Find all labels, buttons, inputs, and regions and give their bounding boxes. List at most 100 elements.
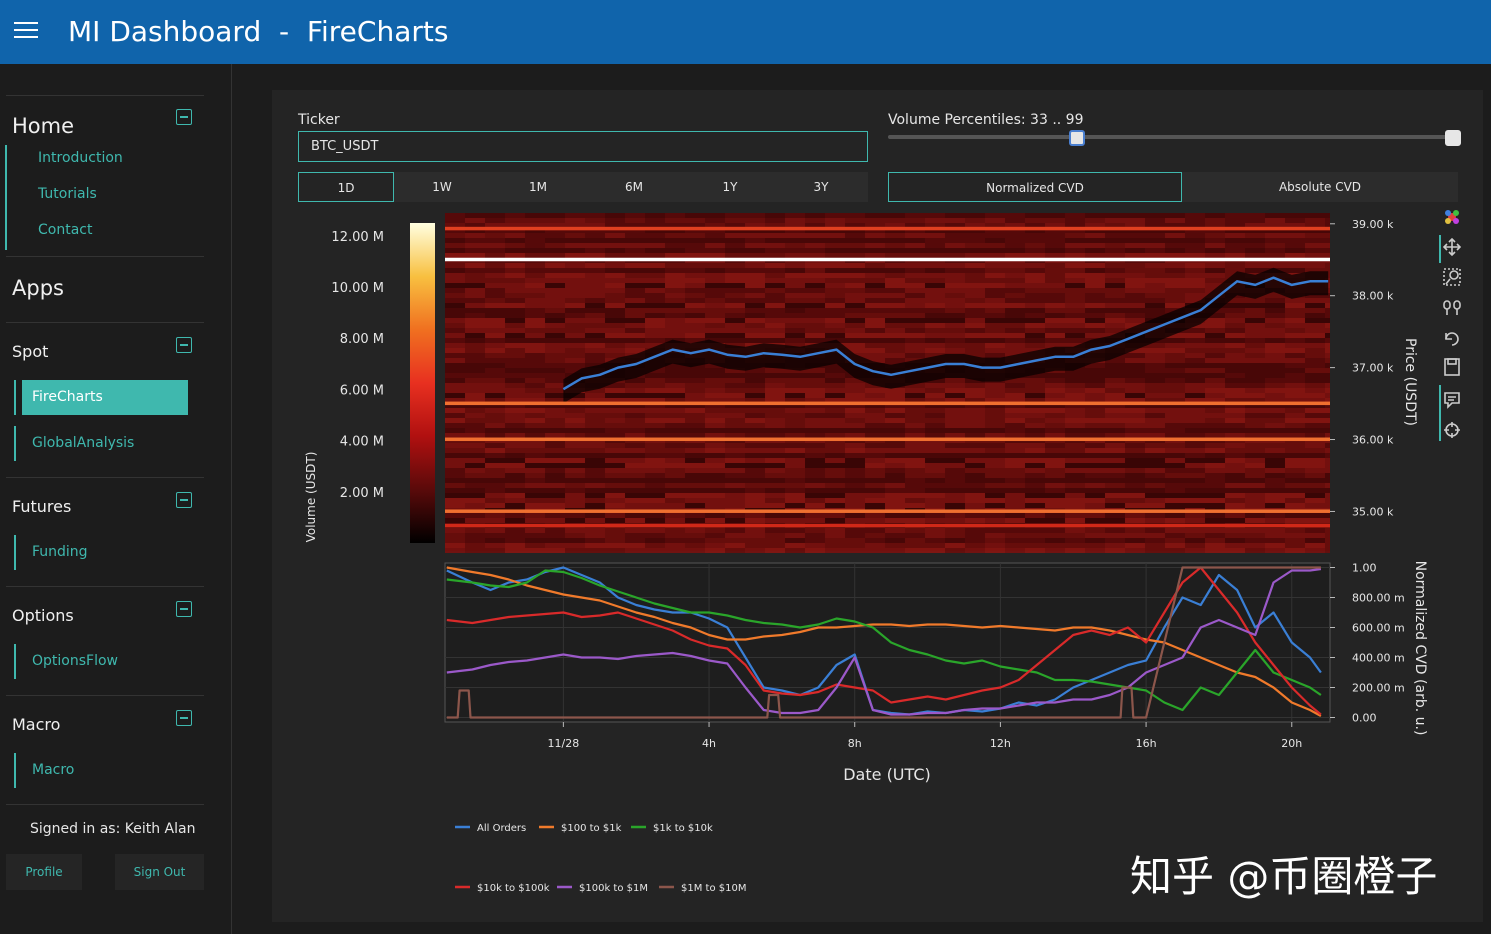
- heatmap-cell: [865, 478, 885, 483]
- heatmap-cell: [625, 338, 645, 343]
- spike-icon[interactable]: [1444, 422, 1460, 438]
- legend-item[interactable]: $100 to $1k: [539, 823, 622, 834]
- legend-item[interactable]: $100k to $1M: [557, 883, 648, 894]
- heatmap-cell: [685, 278, 705, 283]
- heatmap-cell: [745, 253, 765, 258]
- heatmap-cell: [605, 233, 625, 238]
- heatmap-cell: [825, 423, 845, 428]
- heatmap-cell: [1085, 238, 1105, 243]
- heatmap-cell: [1105, 313, 1125, 318]
- heatmap-cell: [845, 298, 865, 303]
- heatmap-cell: [505, 353, 525, 358]
- heatmap-cell: [905, 278, 925, 283]
- heatmap-cell: [785, 308, 805, 313]
- heatmap-cell: [1225, 468, 1245, 473]
- heatmap-cell: [865, 278, 885, 283]
- heatmap-cell: [1065, 443, 1085, 448]
- heatmap-cell: [465, 458, 485, 463]
- heatmap-cell: [545, 518, 565, 523]
- heatmap-cell: [485, 338, 505, 343]
- heatmap-cell: [825, 503, 845, 508]
- heatmap-cell: [1185, 498, 1205, 503]
- heatmap-cell: [685, 378, 705, 383]
- heatmap-cell: [865, 503, 885, 508]
- heatmap-cell: [1125, 423, 1145, 428]
- date-axis-tick-label: 20h: [1281, 737, 1302, 750]
- heatmap-cell: [1085, 423, 1105, 428]
- heatmap-cell: [985, 283, 1005, 288]
- heatmap-cell: [945, 298, 965, 303]
- heatmap-cell: [985, 293, 1005, 298]
- heatmap-cell: [1145, 493, 1165, 498]
- pan-icon[interactable]: [1442, 237, 1462, 257]
- heatmap-cell: [865, 423, 885, 428]
- heatmap-cell: [465, 263, 485, 268]
- heatmap-cell: [825, 318, 845, 323]
- heatmap-cell: [885, 358, 905, 363]
- plotly-logo-icon[interactable]: [1445, 210, 1459, 224]
- heatmap-cell: [965, 218, 985, 223]
- heatmap-cell: [625, 343, 645, 348]
- heatmap-cell: [985, 268, 1005, 273]
- heatmap-cell: [1245, 368, 1265, 373]
- heatmap-cell: [1245, 483, 1265, 488]
- zoom-icon[interactable]: [1443, 268, 1461, 286]
- legend-item[interactable]: $1k to $10k: [631, 823, 713, 834]
- heatmap-cell: [445, 233, 465, 238]
- heatmap-cell: [585, 428, 605, 433]
- heatmap-cell: [1205, 428, 1225, 433]
- hover-icon[interactable]: [1444, 392, 1460, 409]
- heatmap-cell: [445, 298, 465, 303]
- heatmap-cell: [1025, 243, 1045, 248]
- heatmap-cell: [685, 463, 705, 468]
- heatmap-cell: [945, 393, 965, 398]
- heatmap-cell: [825, 543, 845, 548]
- heatmap-cell: [1045, 463, 1065, 468]
- heatmap-cell: [1105, 453, 1125, 458]
- heatmap-cell: [565, 218, 585, 223]
- heatmap-cell: [885, 328, 905, 333]
- heatmap-cell: [585, 433, 605, 438]
- heatmap-cell: [645, 413, 665, 418]
- heatmap-cell: [945, 538, 965, 543]
- heatmap-cell: [845, 313, 865, 318]
- heatmap-cell: [985, 393, 1005, 398]
- legend-item[interactable]: All Orders: [455, 823, 526, 834]
- heatmap-cell: [485, 353, 505, 358]
- heatmap-cell: [885, 468, 905, 473]
- heatmap-cell: [665, 283, 685, 288]
- heatmap-cell: [1165, 233, 1185, 238]
- heatmap-cell: [805, 423, 825, 428]
- heatmap-cell: [765, 328, 785, 333]
- heatmap-cell: [705, 433, 725, 438]
- heatmap-cell: [865, 343, 885, 348]
- colorbar-tick-label: 2.00 M: [340, 486, 384, 501]
- heatmap-cell: [825, 538, 845, 543]
- heatmap-cell: [1225, 343, 1245, 348]
- date-axis-tick-label: 4h: [702, 737, 716, 750]
- compare-icon[interactable]: [1443, 300, 1461, 315]
- heatmap-cell: [1305, 423, 1325, 428]
- heatmap-cell: [905, 428, 925, 433]
- firechart-figure[interactable]: 12.00 M10.00 M8.00 M6.00 M4.00 M2.00 MVo…: [0, 0, 1491, 934]
- heatmap-cell: [1065, 538, 1085, 543]
- heatmap-cell: [625, 488, 645, 493]
- heatmap-cell: [1245, 543, 1265, 548]
- heatmap-cell: [1045, 533, 1065, 538]
- heatmap-cell: [945, 348, 965, 353]
- heatmap-cell: [1185, 373, 1205, 378]
- legend-item[interactable]: $1M to $10M: [659, 883, 746, 894]
- heatmap-cell: [1085, 503, 1105, 508]
- save-icon[interactable]: [1444, 358, 1460, 376]
- heatmap-cell: [465, 428, 485, 433]
- heatmap-cell: [1205, 243, 1225, 248]
- heatmap-cell: [1065, 408, 1085, 413]
- legend-item[interactable]: $10k to $100k: [455, 883, 550, 894]
- heatmap-cell: [925, 418, 945, 423]
- heatmap-cell: [805, 268, 825, 273]
- heatmap-cell: [865, 513, 885, 518]
- reset-icon[interactable]: [1445, 332, 1459, 346]
- heatmap-cell: [805, 463, 825, 468]
- heatmap-cell: [1145, 468, 1165, 473]
- heatmap-cell: [1125, 528, 1145, 533]
